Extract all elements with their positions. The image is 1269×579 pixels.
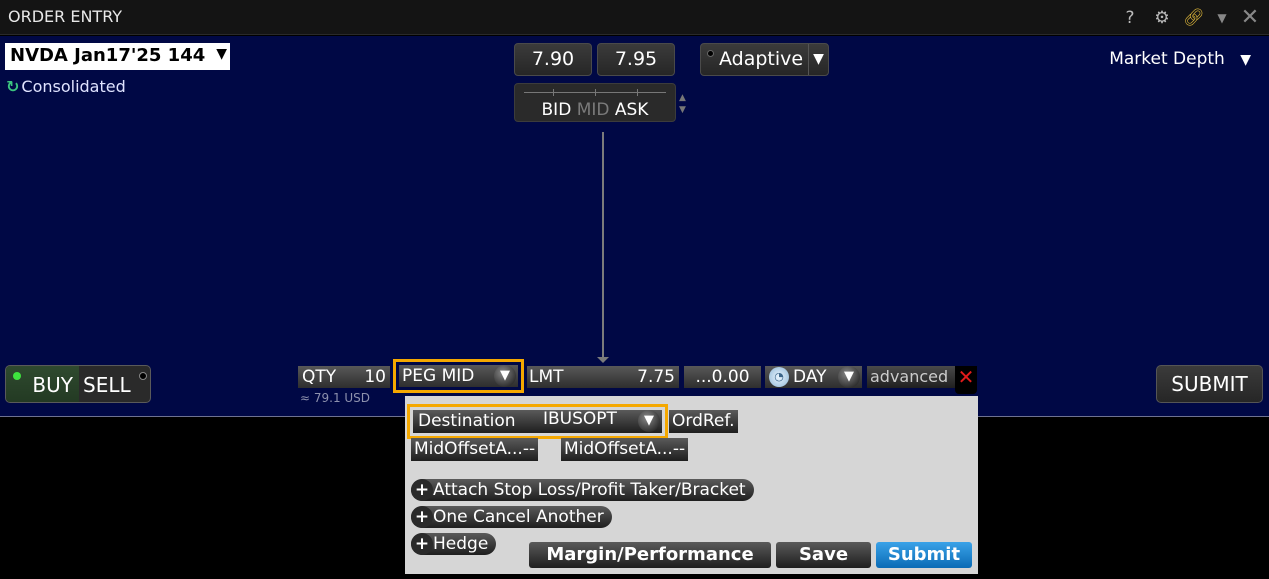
one-cancel-another-button[interactable]: + One Cancel Another	[411, 506, 612, 528]
algo-select[interactable]: Adaptive ▼	[700, 43, 829, 76]
clock-icon: ◔	[769, 367, 789, 387]
advanced-toggle[interactable]: advanced ✕	[867, 366, 977, 394]
price-indicator-line	[602, 132, 604, 360]
plus-icon: +	[411, 479, 433, 501]
gear-icon[interactable]: ⚙	[1151, 8, 1173, 28]
active-dot	[13, 372, 21, 380]
symbol-select[interactable]: NVDA Jan17'25 144 ▼	[5, 43, 230, 70]
order-type-select[interactable]: PEG MID ▼	[399, 365, 518, 387]
attach-bracket-button[interactable]: + Attach Stop Loss/Profit Taker/Bracket	[411, 479, 754, 501]
caret-down-icon: ▼	[1240, 52, 1251, 68]
link-icon[interactable]: 🔗︎	[1183, 8, 1205, 28]
scale-tick	[637, 89, 638, 96]
margin-performance-button[interactable]: Margin/Performance	[529, 542, 771, 568]
buy-button[interactable]: BUY	[6, 366, 79, 402]
scale-tick	[595, 89, 596, 96]
ask-price-button[interactable]: 7.95	[597, 43, 675, 76]
arrow-down-icon	[597, 357, 609, 363]
help-icon[interactable]: ?	[1119, 8, 1141, 28]
ask-label[interactable]: ASK	[615, 100, 649, 120]
destination-select[interactable]: Destination IBUSOPT ▼	[413, 409, 662, 433]
feed-status: ↻ Consolidated	[6, 77, 126, 96]
close-icon[interactable]: ✕	[1239, 5, 1261, 30]
mid-offset-field[interactable]: MidOffsetA...--	[561, 438, 689, 461]
offset-field[interactable]: ...0.00	[684, 366, 761, 388]
mid-label[interactable]: MID	[577, 100, 610, 120]
inactive-dot	[139, 372, 147, 380]
limit-price-value[interactable]: 7.75	[637, 366, 675, 388]
spin-down-icon[interactable]: ▼	[679, 104, 686, 116]
scale-tick	[553, 89, 554, 96]
bid-label[interactable]: BID	[542, 100, 572, 120]
price-slider[interactable]: BID MID ASK	[514, 83, 676, 122]
market-depth-toggle[interactable]: Market Depth ▼	[1109, 49, 1251, 69]
notional-estimate: ≈ 79.1 USD	[300, 391, 371, 405]
chevron-down-icon: ▼	[216, 46, 227, 62]
limit-price-field[interactable]: LMT 7.75	[527, 366, 679, 388]
dropdown-icon[interactable]: ▼	[838, 366, 860, 388]
dropdown-icon[interactable]: ▼	[638, 410, 660, 432]
order-entry-panel: NVDA Jan17'25 144 ▼ ↻ Consolidated 7.90 7…	[0, 36, 1269, 417]
buy-sell-toggle[interactable]: BUY SELL	[5, 365, 151, 403]
dropdown-icon[interactable]: ▼	[494, 365, 516, 387]
submit-button[interactable]: SUBMIT	[1156, 365, 1263, 403]
order-type-select-highlight: PEG MID ▼	[393, 359, 524, 393]
advanced-panel: Destination IBUSOPT ▼ OrdRef. MidOffsetA…	[405, 396, 978, 574]
destination-highlight: Destination IBUSOPT ▼	[407, 404, 668, 439]
window-title: ORDER ENTRY	[8, 7, 123, 26]
quantity-value[interactable]: 10	[364, 366, 386, 388]
advanced-submit-button[interactable]: Submit	[876, 542, 972, 568]
sell-button[interactable]: SELL	[79, 366, 150, 402]
hedge-button[interactable]: + Hedge	[411, 533, 497, 555]
spin-up-icon[interactable]: ▲	[679, 92, 686, 104]
refresh-icon: ↻	[6, 77, 20, 96]
plus-icon: +	[411, 506, 433, 528]
quantity-field[interactable]: QTY 10	[298, 366, 390, 388]
mid-offset-field[interactable]: MidOffsetA...--	[411, 438, 539, 461]
caret-down-icon[interactable]: ▼	[1215, 11, 1229, 25]
save-button[interactable]: Save	[776, 542, 871, 568]
bid-price-button[interactable]: 7.90	[514, 43, 592, 76]
status-dot	[707, 50, 714, 57]
plus-icon: +	[411, 533, 433, 555]
price-spinner[interactable]: ▲ ▼	[679, 92, 686, 116]
chevron-down-icon: ▼	[808, 44, 828, 75]
title-bar: ORDER ENTRY ? ⚙ 🔗︎ ▼ ✕	[0, 0, 1269, 35]
time-in-force-select[interactable]: ◔ DAY ▼	[765, 366, 862, 388]
ordref-field[interactable]: OrdRef.	[669, 410, 738, 433]
close-advanced-icon[interactable]: ✕	[955, 366, 977, 394]
